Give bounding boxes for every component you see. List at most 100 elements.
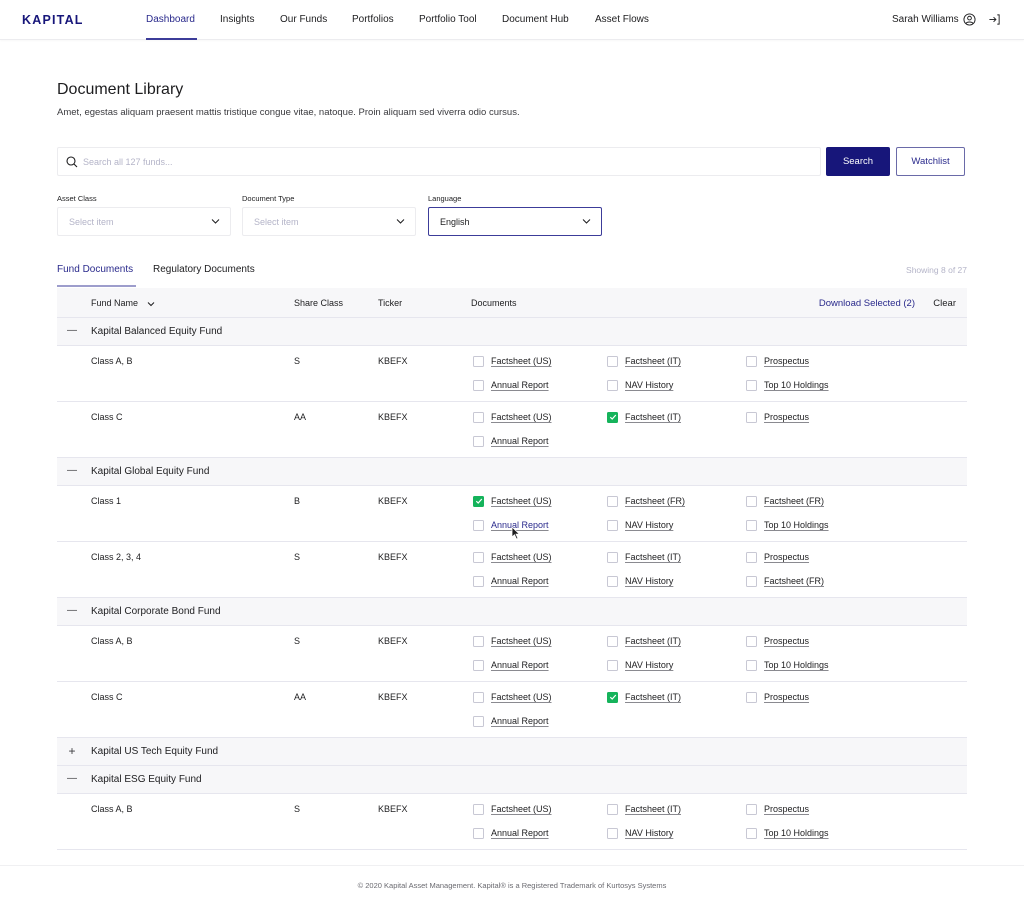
- document-link[interactable]: Factsheet (IT): [625, 552, 681, 562]
- search-button[interactable]: Search: [826, 147, 890, 176]
- document-checkbox[interactable]: [473, 379, 484, 391]
- document-checkbox[interactable]: [746, 691, 757, 703]
- document-link[interactable]: Factsheet (US): [491, 552, 552, 562]
- document-checkbox[interactable]: [607, 827, 618, 839]
- document-link[interactable]: Annual Report: [491, 436, 549, 446]
- collapse-icon[interactable]: —: [66, 465, 78, 477]
- document-link[interactable]: Factsheet (IT): [625, 356, 681, 366]
- fund-group-row[interactable]: — Kapital Balanced Equity Fund: [57, 318, 967, 346]
- nav-item-our-funds[interactable]: Our Funds: [280, 14, 327, 25]
- document-checkbox[interactable]: [607, 519, 618, 531]
- nav-item-asset-flows[interactable]: Asset Flows: [595, 14, 649, 25]
- logo[interactable]: KAPITAL: [22, 13, 84, 27]
- document-link[interactable]: Factsheet (US): [491, 692, 552, 702]
- document-link[interactable]: Prospectus: [764, 692, 809, 702]
- document-link[interactable]: NAV History: [625, 520, 673, 530]
- document-link[interactable]: Factsheet (IT): [625, 412, 681, 422]
- document-checkbox[interactable]: [607, 411, 618, 423]
- nav-item-document-hub[interactable]: Document Hub: [502, 14, 569, 25]
- document-checkbox[interactable]: [746, 355, 757, 367]
- document-checkbox[interactable]: [607, 355, 618, 367]
- fund-group-row[interactable]: — Kapital ESG Equity Fund: [57, 766, 967, 794]
- download-selected-button[interactable]: Download Selected (2): [819, 298, 915, 309]
- document-checkbox[interactable]: [746, 575, 757, 587]
- nav-item-portfolios[interactable]: Portfolios: [352, 14, 394, 25]
- document-checkbox[interactable]: [746, 827, 757, 839]
- document-link[interactable]: NAV History: [625, 828, 673, 838]
- collapse-icon[interactable]: —: [66, 325, 78, 337]
- document-link[interactable]: NAV History: [625, 380, 673, 390]
- document-link[interactable]: Factsheet (IT): [625, 692, 681, 702]
- nav-item-insights[interactable]: Insights: [220, 14, 254, 25]
- document-link[interactable]: Annual Report: [491, 380, 549, 390]
- document-link[interactable]: Top 10 Holdings: [764, 520, 829, 530]
- document-checkbox[interactable]: [607, 659, 618, 671]
- document-link[interactable]: Prospectus: [764, 356, 809, 366]
- document-link[interactable]: Factsheet (US): [491, 636, 552, 646]
- document-checkbox[interactable]: [607, 379, 618, 391]
- collapse-icon[interactable]: —: [66, 605, 78, 617]
- document-link[interactable]: Annual Report: [491, 716, 549, 726]
- nav-item-dashboard[interactable]: Dashboard: [146, 14, 195, 25]
- document-checkbox[interactable]: [746, 635, 757, 647]
- document-link[interactable]: NAV History: [625, 660, 673, 670]
- document-checkbox[interactable]: [473, 827, 484, 839]
- document-link[interactable]: Factsheet (IT): [625, 636, 681, 646]
- user-circle-icon[interactable]: [963, 13, 976, 26]
- document-link[interactable]: Factsheet (US): [491, 356, 552, 366]
- document-link[interactable]: Prospectus: [764, 636, 809, 646]
- document-checkbox[interactable]: [473, 551, 484, 563]
- asset-class-select[interactable]: Select item: [57, 207, 231, 236]
- document-link[interactable]: Factsheet (US): [491, 496, 552, 506]
- document-checkbox[interactable]: [473, 803, 484, 815]
- document-link[interactable]: Annual Report: [491, 576, 549, 586]
- document-checkbox[interactable]: [746, 659, 757, 671]
- document-checkbox[interactable]: [473, 691, 484, 703]
- logout-icon[interactable]: [988, 13, 1001, 26]
- document-checkbox[interactable]: [473, 659, 484, 671]
- document-link[interactable]: Top 10 Holdings: [764, 828, 829, 838]
- document-checkbox[interactable]: [607, 635, 618, 647]
- fund-group-row[interactable]: + Kapital US Tech Equity Fund: [57, 738, 967, 766]
- document-checkbox[interactable]: [746, 411, 757, 423]
- document-checkbox[interactable]: [473, 435, 484, 447]
- document-checkbox[interactable]: [746, 495, 757, 507]
- fund-group-row[interactable]: — Kapital Global Equity Fund: [57, 458, 967, 486]
- document-checkbox[interactable]: [746, 519, 757, 531]
- document-link[interactable]: Annual Report: [491, 660, 549, 670]
- document-link[interactable]: Prospectus: [764, 804, 809, 814]
- document-link[interactable]: Factsheet (US): [491, 804, 552, 814]
- user-name[interactable]: Sarah Williams: [892, 14, 959, 25]
- document-checkbox[interactable]: [607, 691, 618, 703]
- search-input[interactable]: [83, 148, 803, 175]
- document-checkbox[interactable]: [746, 551, 757, 563]
- document-link[interactable]: Top 10 Holdings: [764, 660, 829, 670]
- document-link[interactable]: Prospectus: [764, 412, 809, 422]
- document-link[interactable]: NAV History: [625, 576, 673, 586]
- document-checkbox[interactable]: [607, 803, 618, 815]
- document-checkbox[interactable]: [473, 519, 484, 531]
- document-checkbox[interactable]: [746, 803, 757, 815]
- document-checkbox[interactable]: [473, 635, 484, 647]
- fund-name-header[interactable]: Fund Name: [91, 298, 155, 308]
- watchlist-button[interactable]: Watchlist: [896, 147, 965, 176]
- document-link[interactable]: Factsheet (FR): [764, 576, 824, 586]
- document-checkbox[interactable]: [473, 355, 484, 367]
- nav-item-portfolio-tool[interactable]: Portfolio Tool: [419, 14, 477, 25]
- document-checkbox[interactable]: [473, 575, 484, 587]
- document-checkbox[interactable]: [746, 379, 757, 391]
- tab-regulatory-documents[interactable]: Regulatory Documents: [153, 264, 255, 275]
- document-checkbox[interactable]: [473, 715, 484, 727]
- document-checkbox[interactable]: [607, 495, 618, 507]
- tab-fund-documents[interactable]: Fund Documents: [57, 264, 133, 275]
- collapse-icon[interactable]: —: [66, 773, 78, 785]
- document-link[interactable]: Annual Report: [491, 520, 549, 530]
- document-checkbox[interactable]: [607, 551, 618, 563]
- document-link[interactable]: Annual Report: [491, 828, 549, 838]
- document-link[interactable]: Factsheet (US): [491, 412, 552, 422]
- document-link[interactable]: Factsheet (IT): [625, 804, 681, 814]
- document-link[interactable]: Prospectus: [764, 552, 809, 562]
- document-link[interactable]: Top 10 Holdings: [764, 380, 829, 390]
- document-checkbox[interactable]: [473, 411, 484, 423]
- language-select[interactable]: English: [428, 207, 602, 236]
